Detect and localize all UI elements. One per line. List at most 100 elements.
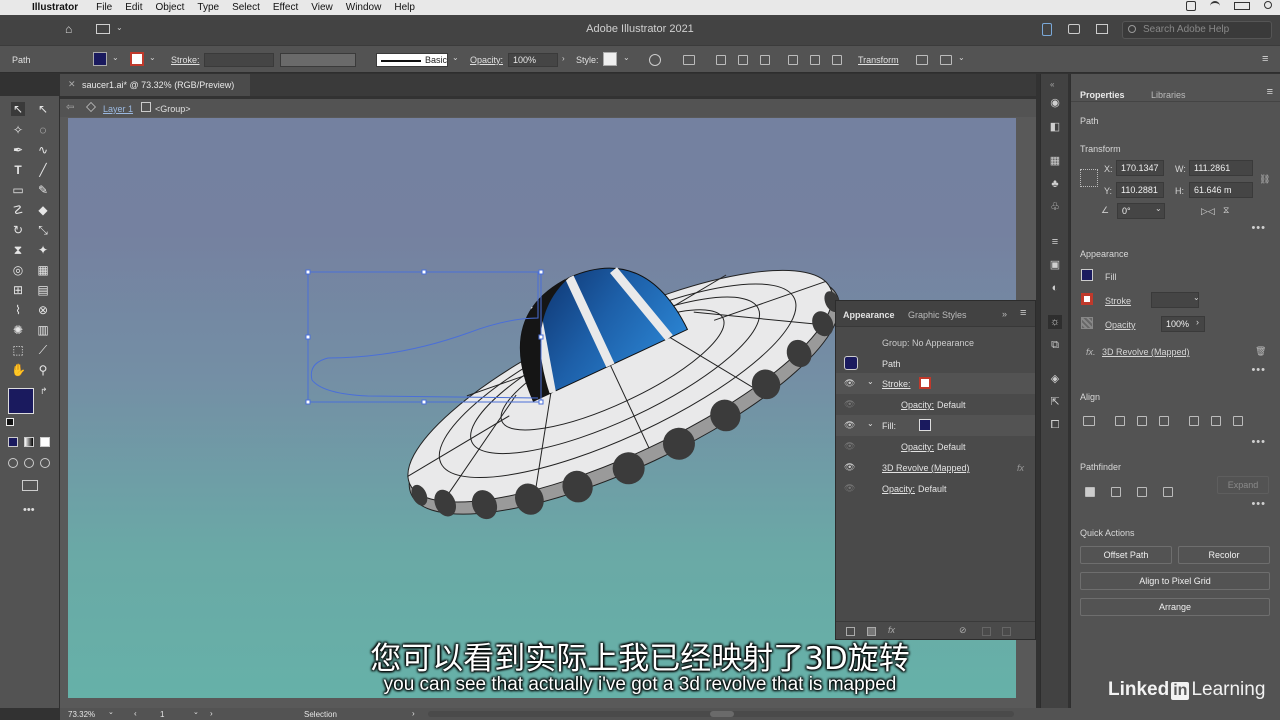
transform-link[interactable]: Transform [858,55,899,65]
opacity-row[interactable]: 👁 Opacity: Default [836,478,1035,499]
fill-opacity-label[interactable]: Opacity: [901,442,934,452]
zoom-level[interactable]: 73.32% [68,710,95,719]
effect-row[interactable]: 👁 3D Revolve (Mapped) fx [836,457,1035,478]
perspective-grid-tool-icon[interactable]: ▦ [36,263,50,277]
menu-help[interactable]: Help [394,2,415,13]
eyedropper-tool-icon[interactable]: ⌇ [11,303,25,317]
pathfinder-more-icon[interactable]: ••• [1251,498,1266,510]
scale-tool-icon[interactable]: ⤡ [36,223,50,237]
draw-behind-icon[interactable] [24,458,34,468]
eye-icon[interactable]: 👁 [844,462,855,473]
eye-icon[interactable]: 👁 [844,483,855,494]
artboard-tool-icon[interactable]: ⬚ [11,343,25,357]
artboard-prev-icon[interactable]: ‹ [134,709,137,718]
swap-fill-stroke-icon[interactable]: ↱ [40,386,48,397]
chevron-down-icon[interactable]: ⌄ [1193,293,1200,302]
selection-tool-icon[interactable]: ↖ [11,102,25,116]
slice-tool-icon[interactable]: ⟋ [36,343,50,357]
stroke-label[interactable]: Stroke [1105,296,1131,306]
align-right-icon[interactable] [1159,416,1169,426]
fill-row[interactable]: 👁 ⌄ Fill: [836,415,1035,436]
chevron-down-icon[interactable]: ⌄ [149,53,156,62]
collapse-panel-icon[interactable]: » [1002,309,1007,319]
opacity-label[interactable]: Opacity: [470,55,503,65]
chevron-down-icon[interactable]: ⌄ [193,708,199,716]
chevron-down-icon[interactable]: ⌄ [623,53,630,62]
recolor-button[interactable]: Recolor [1178,546,1270,564]
panel-menu-icon[interactable]: ≡ [1262,53,1268,65]
offset-path-button[interactable]: Offset Path [1080,546,1172,564]
align-hcenter-icon[interactable] [1137,416,1147,426]
effect-row-label[interactable]: 3D Revolve (Mapped) [882,463,970,473]
shape-builder-tool-icon[interactable]: ◎ [11,263,25,277]
arrange-objects-icon[interactable] [940,55,952,65]
menu-select[interactable]: Select [232,2,260,13]
align-vcenter-icon[interactable] [810,55,820,65]
fill-swatch[interactable] [1081,269,1093,281]
x-input[interactable]: 170.1347 [1116,160,1164,176]
breadcrumb-group[interactable]: <Group> [155,104,191,114]
panel-menu-icon[interactable]: ≡ [1020,307,1026,319]
chevron-down-icon[interactable]: ⌄ [108,708,114,716]
width-tool-icon[interactable]: ⧗ [11,243,25,257]
status-icon[interactable] [1186,1,1196,11]
symbol-sprayer-tool-icon[interactable]: ✺ [11,323,25,337]
artboard-next-icon[interactable]: › [210,709,213,718]
w-input[interactable]: 111.2861 [1189,160,1253,176]
pen-tool-icon[interactable]: ✒ [11,143,25,157]
align-left-icon[interactable] [1115,416,1125,426]
opacity-input[interactable]: 100% [508,53,558,67]
blend-tool-icon[interactable]: ⊗ [36,303,50,317]
more-tools-icon[interactable]: ••• [23,504,35,516]
align-pixel-grid-button[interactable]: Align to Pixel Grid [1080,572,1270,590]
brush-definition-select[interactable]: Basic [376,53,448,67]
stroke-opacity-row[interactable]: 👁 Opacity: Default [836,394,1035,415]
unite-icon[interactable] [1085,487,1095,497]
stroke-row-label[interactable]: Stroke: [882,379,911,389]
eye-icon[interactable]: 👁 [844,441,855,452]
align-hcenter-icon[interactable] [738,55,748,65]
tab-appearance[interactable]: Appearance [843,310,895,320]
chevron-down-icon[interactable]: ⌄ [452,53,459,62]
artboards-icon[interactable]: ⧠ [1048,418,1062,432]
curvature-tool-icon[interactable]: ∿ [36,143,50,157]
rotate-tool-icon[interactable]: ↻ [11,223,25,237]
menu-effect[interactable]: Effect [273,2,298,13]
align-bottom-icon[interactable] [1233,416,1243,426]
color-themes-icon[interactable]: ◉ [1048,96,1062,110]
variable-width-profile[interactable] [280,53,356,67]
screen-mode-icon[interactable] [22,480,38,491]
stroke-row[interactable]: 👁 ⌄ Stroke: [836,373,1035,394]
artboard-number[interactable]: 1 [160,710,164,719]
fx-icon[interactable]: fx [1017,463,1024,473]
tab-libraries[interactable]: Libraries [1151,90,1186,100]
mesh-tool-icon[interactable]: ⊞ [11,283,25,297]
stroke-label[interactable]: Stroke: [171,55,200,65]
help-search-input[interactable]: Search Adobe Help [1122,21,1272,39]
draw-inside-icon[interactable] [40,458,50,468]
transparency-icon[interactable]: ◐ [1048,281,1062,295]
tab-properties[interactable]: Properties [1080,90,1125,100]
stroke-panel-icon[interactable]: ≡ [1048,235,1062,249]
gradient-mode-icon[interactable] [24,437,34,447]
gradient-panel-icon[interactable]: ▣ [1048,258,1062,272]
fill-row-label[interactable]: Fill: [882,421,896,431]
color-mode-icon[interactable] [8,437,18,447]
brushes-icon[interactable]: ♣ [1048,177,1062,191]
tab-graphic-styles[interactable]: Graphic Styles [908,310,967,320]
graphic-style-swatch[interactable] [603,52,617,66]
chevron-down-icon[interactable]: ⌄ [867,419,874,428]
eye-icon[interactable]: 👁 [844,378,855,389]
spotlight-icon[interactable] [1264,1,1272,9]
delete-effect-icon[interactable]: 🗑 [1255,346,1266,357]
graphic-styles-icon[interactable]: ⧉ [1048,338,1062,352]
back-arrow-icon[interactable]: ⇦ [66,102,74,113]
shaper-tool-icon[interactable]: ☡ [11,203,25,217]
stroke-opacity-label[interactable]: Opacity: [901,400,934,410]
graph-tool-icon[interactable]: ▥ [36,323,50,337]
menu-file[interactable]: File [96,2,112,13]
menu-object[interactable]: Object [155,2,184,13]
intersect-icon[interactable] [1137,487,1147,497]
collapse-icon[interactable]: « [1050,80,1054,89]
align-bottom-icon[interactable] [832,55,842,65]
